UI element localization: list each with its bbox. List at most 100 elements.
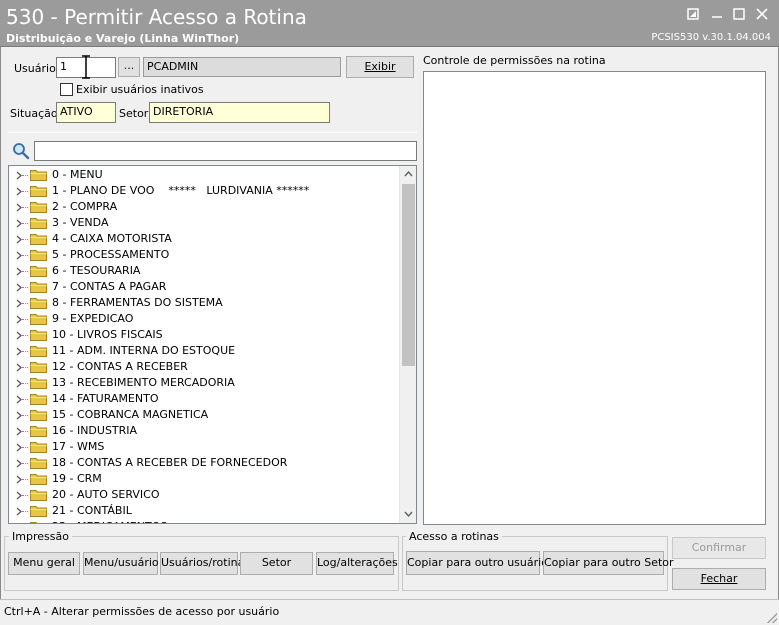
tree-item-label: 6 - TESOURARIA bbox=[52, 264, 141, 277]
folder-icon bbox=[30, 201, 47, 213]
tree-item[interactable]: 12 - CONTAS A RECEBER bbox=[9, 359, 399, 375]
search-icon bbox=[12, 142, 30, 160]
setor-button[interactable]: Setor bbox=[240, 552, 313, 575]
tree-item[interactable]: 23 - MEDICAMENTOS bbox=[9, 519, 399, 523]
tree-item-label: 8 - FERRAMENTAS DO SISTEMA bbox=[52, 296, 223, 309]
text-cursor-icon bbox=[82, 55, 90, 79]
scroll-down-icon[interactable] bbox=[400, 506, 416, 523]
tree-item[interactable]: 3 - VENDA bbox=[9, 215, 399, 231]
folder-icon bbox=[30, 313, 47, 325]
folder-icon bbox=[30, 473, 47, 485]
tree-item[interactable]: 8 - FERRAMENTAS DO SISTEMA bbox=[9, 295, 399, 311]
tree-item[interactable]: 5 - PROCESSAMENTO bbox=[9, 247, 399, 263]
permissions-panel[interactable] bbox=[423, 71, 766, 525]
tree-item[interactable]: 17 - WMS bbox=[9, 439, 399, 455]
expand-chevron-icon[interactable] bbox=[16, 519, 22, 523]
tree-connector bbox=[22, 271, 28, 272]
exibir-button[interactable]: Exibir bbox=[346, 56, 414, 78]
tree-item[interactable]: 7 - CONTAS A PAGAR bbox=[9, 279, 399, 295]
setor-label: Setor: bbox=[119, 107, 152, 120]
folder-icon bbox=[30, 393, 47, 405]
tree-item[interactable]: 14 - FATURAMENTO bbox=[9, 391, 399, 407]
restore-icon[interactable] bbox=[682, 4, 704, 24]
exibir-button-label: Exibir bbox=[364, 60, 396, 73]
tree-item[interactable]: 20 - AUTO SERVICO bbox=[9, 487, 399, 503]
usuarios-rotina-button[interactable]: Usuários/rotina bbox=[160, 552, 244, 575]
tree-item[interactable]: 13 - RECEBIMENTO MERCADORIA bbox=[9, 375, 399, 391]
exibir-inativos-label: Exibir usuários inativos bbox=[76, 83, 204, 96]
tree-item-label: 21 - CONTÁBIL bbox=[52, 504, 132, 517]
close-icon[interactable] bbox=[751, 4, 773, 24]
menu-usuario-button[interactable]: Menu/usuário bbox=[83, 552, 159, 575]
situacao-field: ATIVO bbox=[56, 102, 116, 123]
rotinas-tree[interactable]: 0 - MENU 1 - PLANO DE VOO ***** LURDIVANI… bbox=[8, 165, 417, 524]
folder-icon bbox=[30, 249, 47, 261]
tree-connector bbox=[22, 479, 28, 480]
separator bbox=[8, 132, 417, 133]
tree-item-label: 9 - EXPEDICAO bbox=[52, 312, 134, 325]
tree-item-label: 16 - INDUSTRIA bbox=[52, 424, 138, 437]
folder-icon bbox=[30, 457, 47, 469]
tree-item-label: 13 - RECEBIMENTO MERCADORIA bbox=[52, 376, 235, 389]
folder-icon bbox=[30, 489, 47, 501]
confirmar-button[interactable]: Confirmar bbox=[672, 537, 766, 559]
exibir-inativos-checkbox[interactable] bbox=[60, 83, 73, 96]
tree-item-label: 17 - WMS bbox=[52, 440, 105, 453]
tree-item[interactable]: 18 - CONTAS A RECEBER DE FORNECEDOR bbox=[9, 455, 399, 471]
tree-item[interactable]: 11 - ADM. INTERNA DO ESTOQUE bbox=[9, 343, 399, 359]
tree-connector bbox=[22, 351, 28, 352]
maximize-icon[interactable] bbox=[728, 4, 750, 24]
tree-item-label: 2 - COMPRA bbox=[52, 200, 118, 213]
tree-item[interactable]: 4 - CAIXA MOTORISTA bbox=[9, 231, 399, 247]
folder-icon bbox=[30, 329, 47, 341]
folder-icon bbox=[30, 265, 47, 277]
folder-icon bbox=[30, 345, 47, 357]
tree-connector bbox=[22, 319, 28, 320]
tree-item[interactable]: 19 - CRM bbox=[9, 471, 399, 487]
copy-to-user-label: Copiar para outro usuário bbox=[407, 556, 548, 569]
tree-connector bbox=[22, 367, 28, 368]
tree-item[interactable]: 16 - INDUSTRIA bbox=[9, 423, 399, 439]
tree-item-label: 7 - CONTAS A PAGAR bbox=[52, 280, 167, 293]
tree-item[interactable]: 9 - EXPEDICAO bbox=[9, 311, 399, 327]
tree-connector bbox=[22, 239, 28, 240]
log-alteracoes-label: Log/alterações bbox=[317, 556, 398, 569]
menu-usuario-label: Menu/usuário bbox=[84, 556, 159, 569]
tree-item-label: 4 - CAIXA MOTORISTA bbox=[52, 232, 172, 245]
folder-icon bbox=[30, 233, 47, 245]
tree-item[interactable]: 21 - CONTÁBIL bbox=[9, 503, 399, 519]
situacao-label: Situação: bbox=[10, 107, 62, 120]
acesso-title: Acesso a rotinas bbox=[406, 530, 502, 543]
tree-list: 0 - MENU 1 - PLANO DE VOO ***** LURDIVANI… bbox=[9, 167, 399, 523]
log-alteracoes-button[interactable]: Log/alterações bbox=[316, 552, 398, 575]
minimize-icon[interactable] bbox=[706, 4, 728, 24]
folder-icon bbox=[30, 441, 47, 453]
scrollbar-thumb[interactable] bbox=[402, 184, 415, 366]
tree-item[interactable]: 6 - TESOURARIA bbox=[9, 263, 399, 279]
tree-connector bbox=[22, 191, 28, 192]
folder-icon bbox=[30, 505, 47, 517]
tree-connector bbox=[22, 463, 28, 464]
tree-connector bbox=[22, 431, 28, 432]
tree-connector bbox=[22, 383, 28, 384]
fechar-button[interactable]: Fechar bbox=[672, 568, 766, 590]
scroll-up-icon[interactable] bbox=[400, 166, 416, 183]
folder-icon bbox=[30, 169, 47, 181]
tree-connector bbox=[22, 207, 28, 208]
usuario-lookup-button[interactable]: ... bbox=[118, 57, 140, 77]
tree-item[interactable]: 10 - LIVROS FISCAIS bbox=[9, 327, 399, 343]
copy-to-setor-button[interactable]: Copiar para outro Setor bbox=[543, 551, 674, 575]
folder-icon bbox=[30, 361, 47, 373]
tree-item[interactable]: 15 - COBRANCA MAGNETICA bbox=[9, 407, 399, 423]
tree-item[interactable]: 0 - MENU bbox=[9, 167, 399, 183]
tree-scrollbar[interactable] bbox=[399, 166, 416, 523]
tree-item-label: 11 - ADM. INTERNA DO ESTOQUE bbox=[52, 344, 236, 357]
tree-item-label: 5 - PROCESSAMENTO bbox=[52, 248, 170, 261]
size-grip-icon[interactable] bbox=[767, 613, 777, 623]
copy-to-user-button[interactable]: Copiar para outro usuário bbox=[406, 551, 548, 575]
menu-geral-label: Menu geral bbox=[13, 556, 75, 569]
search-input[interactable] bbox=[34, 141, 417, 161]
tree-item[interactable]: 2 - COMPRA bbox=[9, 199, 399, 215]
tree-item[interactable]: 1 - PLANO DE VOO ***** LURDIVANIA ****** bbox=[9, 183, 399, 199]
menu-geral-button[interactable]: Menu geral bbox=[8, 552, 80, 575]
